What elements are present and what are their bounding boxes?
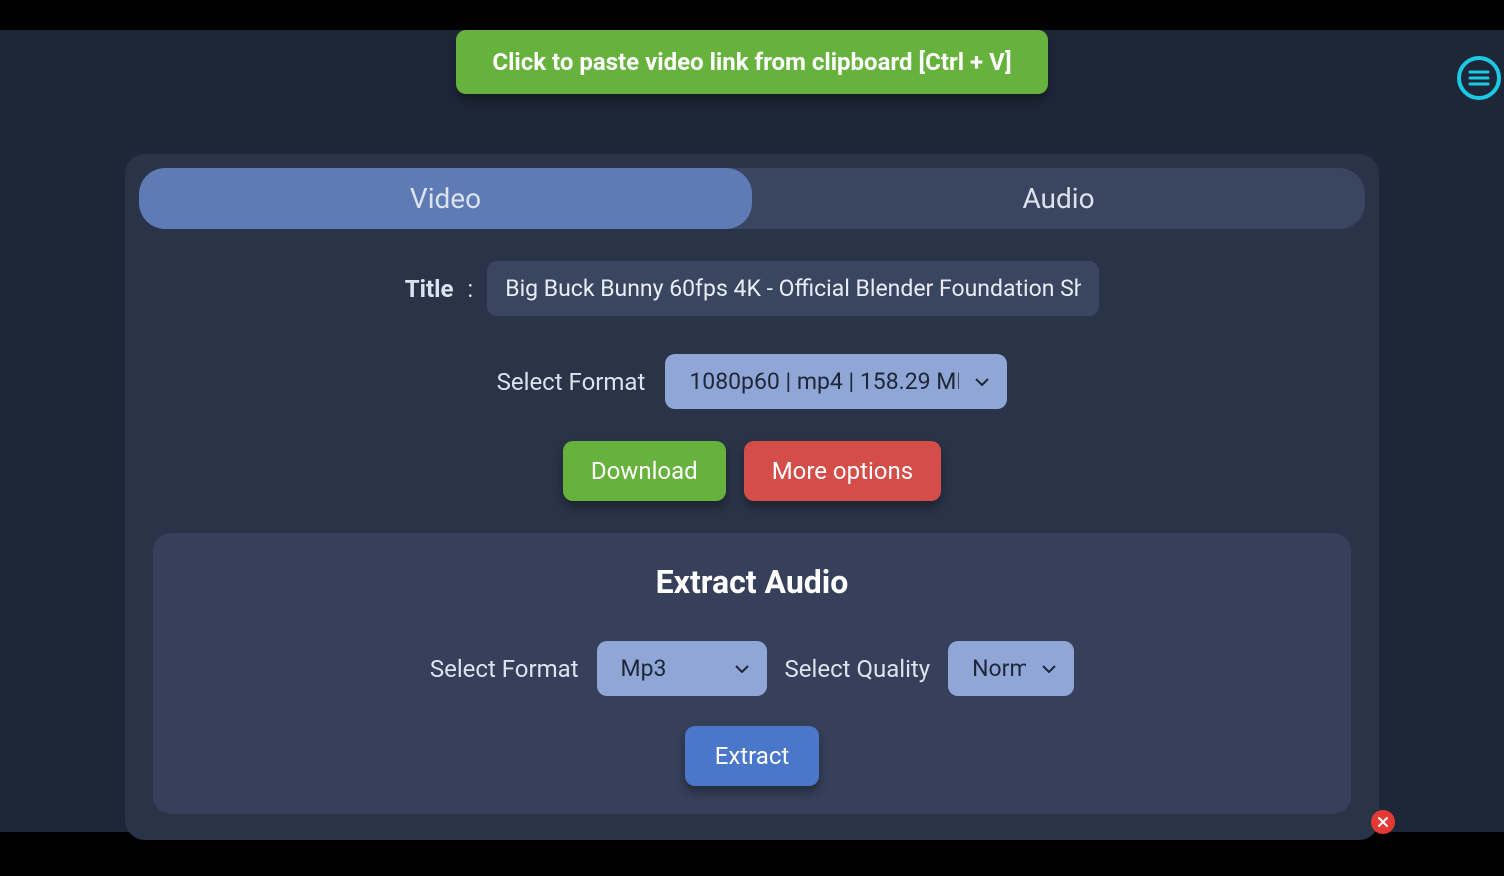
audio-quality-select[interactable]: Normal <box>948 641 1074 696</box>
paste-link-button[interactable]: Click to paste video link from clipboard… <box>456 30 1047 94</box>
video-format-row: Select Format 1080p60 | mp4 | 158.29 MB <box>139 354 1365 409</box>
video-format-label: Select Format <box>497 368 646 396</box>
audio-format-label: Select Format <box>430 655 579 683</box>
tab-video[interactable]: Video <box>139 168 752 229</box>
extract-controls-row: Select Format Mp3 Select Quality Normal <box>177 641 1327 696</box>
title-row: Title : <box>139 261 1365 316</box>
download-button[interactable]: Download <box>563 441 726 501</box>
extract-button[interactable]: Extract <box>685 726 820 786</box>
audio-format-select[interactable]: Mp3 <box>597 641 767 696</box>
app-container: Click to paste video link from clipboard… <box>0 30 1504 832</box>
main-panel: Video Audio Title : Select Format 1080p6… <box>125 154 1379 840</box>
tabs: Video Audio <box>139 168 1365 229</box>
title-input[interactable] <box>487 261 1099 316</box>
extract-audio-heading: Extract Audio <box>177 563 1327 601</box>
title-label: Title <box>405 275 454 303</box>
menu-icon[interactable] <box>1454 53 1504 103</box>
video-format-select[interactable]: 1080p60 | mp4 | 158.29 MB <box>665 354 1007 409</box>
close-icon[interactable] <box>1371 810 1395 834</box>
more-options-button[interactable]: More options <box>744 441 941 501</box>
extract-audio-panel: Extract Audio Select Format Mp3 Select Q… <box>153 533 1351 814</box>
audio-quality-label: Select Quality <box>785 655 931 683</box>
action-row: Download More options <box>139 441 1365 501</box>
title-colon: : <box>467 275 473 303</box>
tab-audio[interactable]: Audio <box>752 168 1365 229</box>
